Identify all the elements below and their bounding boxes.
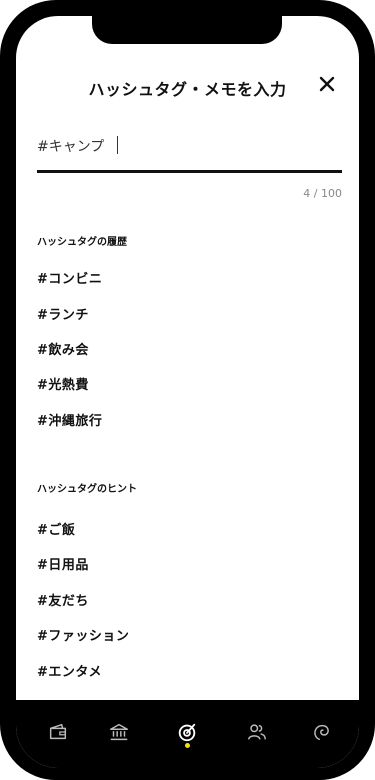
tab-bank[interactable]: [99, 712, 139, 752]
notch: [92, 16, 282, 44]
tab-swirl[interactable]: [302, 712, 342, 752]
close-icon[interactable]: [315, 72, 339, 96]
history-tag[interactable]: #沖縄旅行: [37, 410, 102, 429]
wallet-icon: [49, 723, 67, 740]
tab-people[interactable]: [237, 712, 277, 752]
tab-wallet[interactable]: [38, 712, 78, 752]
page-title: ハッシュタグ・メモを入力: [88, 80, 287, 99]
tab-bar: [16, 700, 359, 768]
history-section-title: ハッシュタグの履歴: [37, 237, 127, 248]
screen: ハッシュタグ・メモを入力 4 / 100 ハッシュタグの履歴 #コンビニ #ラン…: [16, 16, 359, 768]
bank-icon: [110, 723, 128, 741]
history-tag[interactable]: #ランチ: [37, 304, 89, 323]
memo-input[interactable]: [37, 134, 337, 158]
swirl-icon: [314, 724, 329, 741]
hint-tag[interactable]: #ご飯: [37, 519, 75, 538]
target-icon: [178, 723, 196, 742]
text-caret: [117, 136, 118, 154]
hint-tag[interactable]: #日用品: [37, 554, 89, 573]
character-counter: 4 / 100: [303, 187, 342, 200]
hint-tag[interactable]: #エンタメ: [37, 661, 102, 680]
input-underline: [37, 170, 342, 173]
people-icon: [248, 724, 266, 740]
history-tag[interactable]: #光熱費: [37, 374, 89, 393]
hint-tag[interactable]: #ファッション: [37, 625, 129, 644]
phone-frame: ハッシュタグ・メモを入力 4 / 100 ハッシュタグの履歴 #コンビニ #ラン…: [0, 0, 375, 780]
active-tab-indicator: [185, 743, 190, 748]
history-tag[interactable]: #飲み会: [37, 339, 89, 358]
hint-tag[interactable]: #友だち: [37, 590, 89, 609]
hints-section-title: ハッシュタグのヒント: [37, 484, 137, 495]
history-tag[interactable]: #コンビニ: [37, 268, 102, 287]
